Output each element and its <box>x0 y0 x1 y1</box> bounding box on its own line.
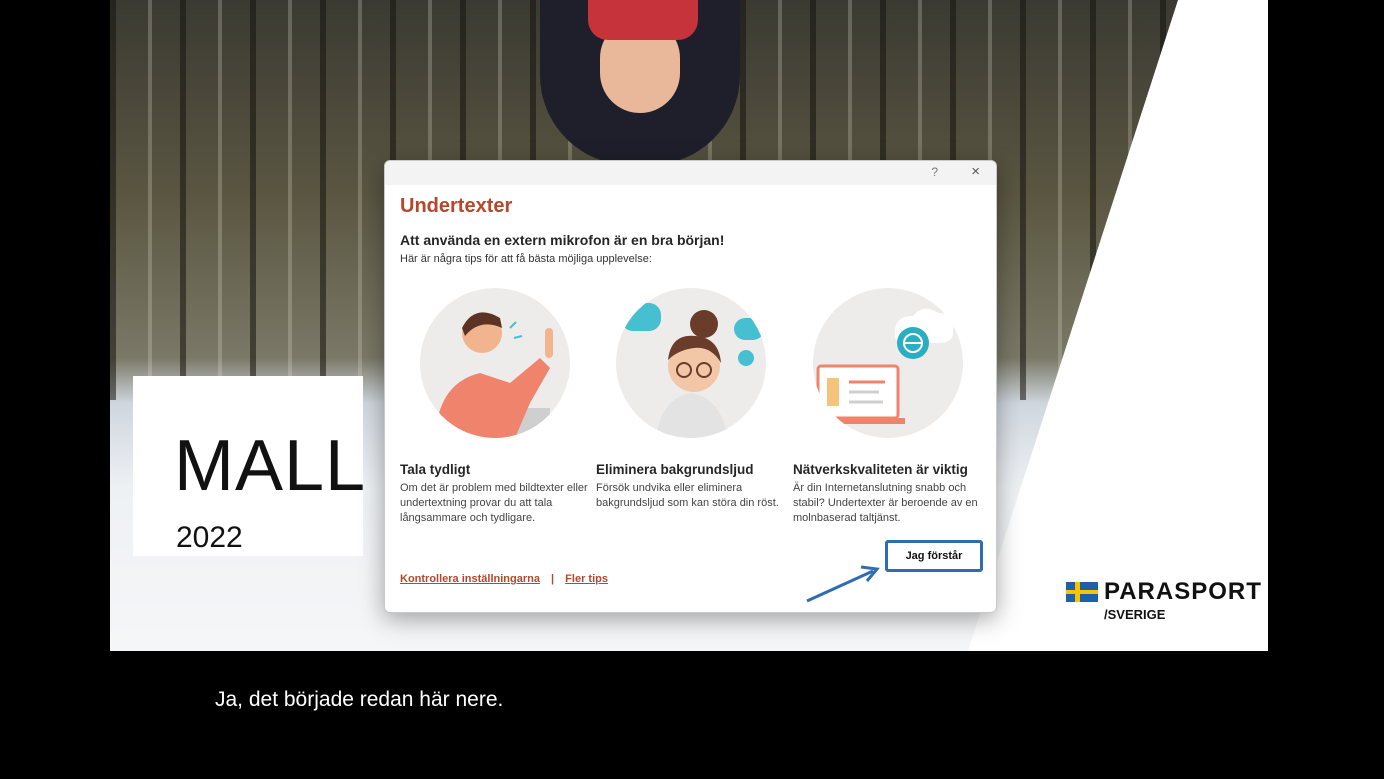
pointer-arrow-icon <box>806 565 880 603</box>
tip-text: Är din Internetanslutning snabb och stab… <box>793 482 978 524</box>
help-icon[interactable]: ? <box>931 165 938 179</box>
skier-helmet <box>588 0 698 40</box>
dialog-heading: Att använda en extern mikrofon är en bra… <box>400 232 725 248</box>
slide-year: 2022 <box>176 521 243 554</box>
tip-speak-clearly: Tala tydligt Om det är problem med bildt… <box>400 288 590 526</box>
understand-button[interactable]: Jag förstår <box>885 540 983 572</box>
tip-title: Nätverkskvaliteten är viktig <box>793 462 968 477</box>
cloud-laptop-icon <box>813 288 963 438</box>
live-caption: Ja, det började redan här nere. <box>215 688 504 711</box>
link-separator: | <box>551 573 555 585</box>
dialog-titlebar: ? × <box>385 161 996 185</box>
dialog-subheading: Här är några tips för att få bästa möjli… <box>400 253 652 265</box>
tip-text: Om det är problem med bildtexter eller u… <box>400 482 588 524</box>
close-icon[interactable]: × <box>971 163 980 180</box>
tip-reduce-noise: Eliminera bakgrundsljud Försök undvika e… <box>596 288 786 511</box>
slide-title: MALL <box>174 426 367 506</box>
tip-text: Försök undvika eller eliminera bakgrunds… <box>596 482 779 509</box>
more-tips-link[interactable]: Fler tips <box>565 573 608 585</box>
subtitles-dialog: ? × Undertexter Att använda en extern mi… <box>384 160 997 613</box>
logo-text: PARASPORT <box>1104 578 1262 605</box>
quiet-person-icon <box>616 288 766 438</box>
settings-link[interactable]: Kontrollera inställningarna <box>400 573 540 585</box>
tip-network-quality: Nätverkskvaliteten är viktig Är din Inte… <box>793 288 983 526</box>
tip-title: Eliminera bakgrundsljud <box>596 462 754 477</box>
dialog-title: Undertexter <box>400 195 513 217</box>
swedish-flag-icon <box>1066 582 1098 602</box>
tip-title: Tala tydligt <box>400 462 471 477</box>
dialog-links: Kontrollera inställningarna | Fler tips <box>400 573 608 585</box>
logo-subtext: /SVERIGE <box>1104 607 1166 622</box>
speaking-person-icon <box>420 288 570 438</box>
